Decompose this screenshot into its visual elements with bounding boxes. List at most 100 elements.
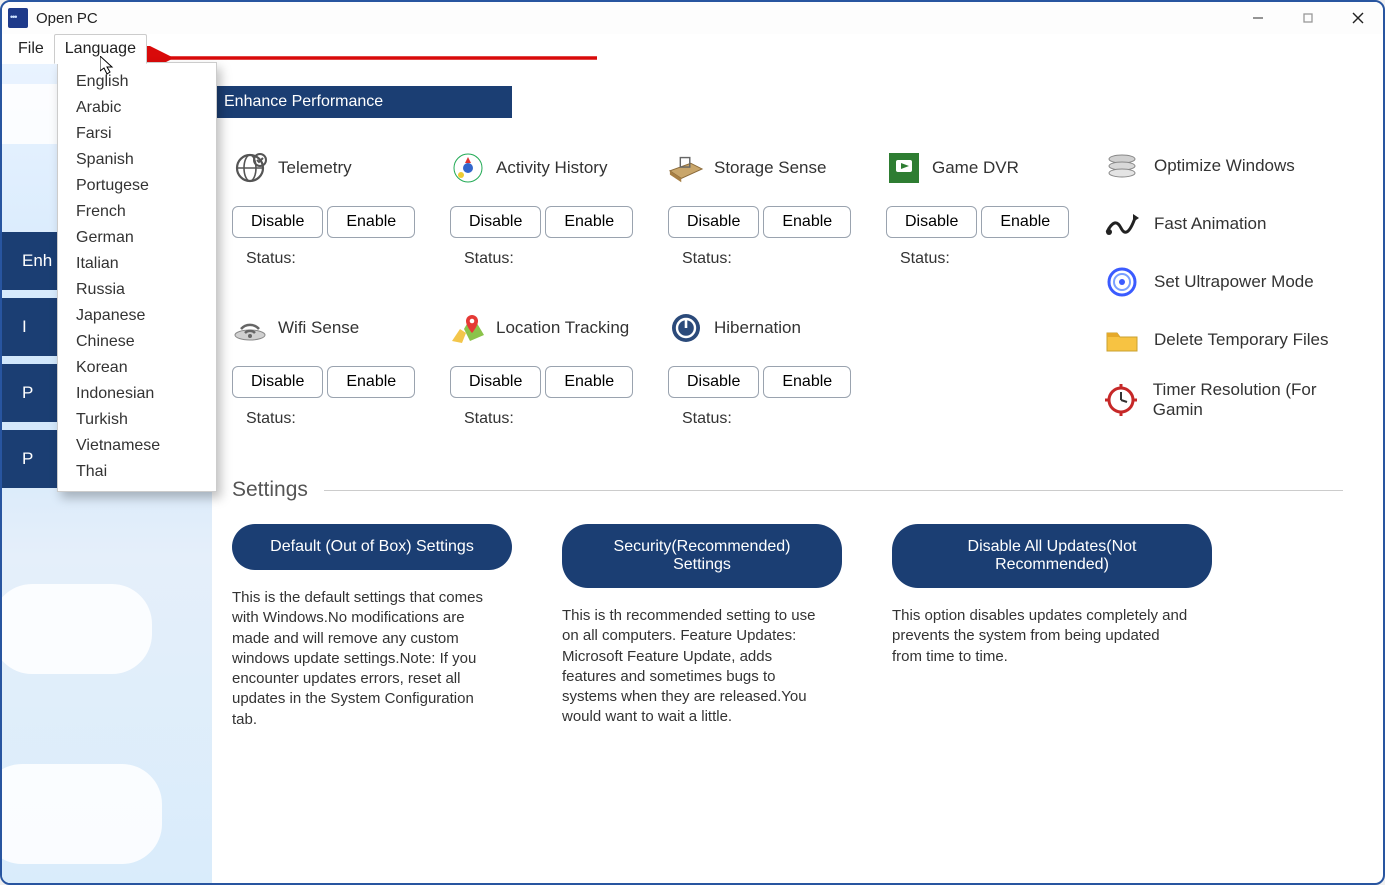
settings-card-disable-updates: Disable All Updates(Not Recommended) Thi… [892, 524, 1212, 730]
disable-button[interactable]: Disable [668, 366, 759, 398]
app-window: Open PC File Language EnglishArabicFarsi… [0, 0, 1385, 885]
language-option-german[interactable]: German [58, 225, 216, 251]
enable-button[interactable]: Enable [981, 206, 1069, 238]
action-label: Optimize Windows [1154, 156, 1295, 176]
feature-telemetry: Telemetry Disable Enable Status: [232, 148, 432, 268]
timer-icon [1104, 382, 1139, 418]
menubar: File Language EnglishArabicFarsiSpanishP… [2, 34, 1383, 64]
status-label: Status: [464, 250, 650, 268]
quick-actions: Optimize Windows Fast Animation Set Ultr… [1104, 148, 1364, 428]
sidebar-item-1[interactable]: I [2, 298, 57, 356]
language-option-farsi[interactable]: Farsi [58, 121, 216, 147]
enable-button[interactable]: Enable [327, 206, 415, 238]
enable-button[interactable]: Enable [545, 366, 633, 398]
maximize-button[interactable] [1283, 2, 1333, 34]
action-label: Set Ultrapower Mode [1154, 272, 1314, 292]
default-settings-button[interactable]: Default (Out of Box) Settings [232, 524, 512, 570]
language-option-thai[interactable]: Thai [58, 459, 216, 485]
minimize-button[interactable] [1233, 2, 1283, 34]
disable-button[interactable]: Disable [450, 206, 541, 238]
close-button[interactable] [1333, 2, 1383, 34]
status-label: Status: [246, 410, 432, 428]
language-option-chinese[interactable]: Chinese [58, 329, 216, 355]
enable-button[interactable]: Enable [763, 206, 851, 238]
enable-button[interactable]: Enable [763, 366, 851, 398]
feature-game-dvr: Game DVR Disable Enable Status: [886, 148, 1086, 268]
folder-icon [1104, 322, 1140, 358]
stack-icon [1104, 148, 1140, 184]
main-panel: Enhance Performance Telemetry Disable En… [212, 64, 1373, 883]
card-description: This is th recommended setting to use on… [562, 606, 822, 728]
disable-button[interactable]: Disable [668, 206, 759, 238]
disable-button[interactable]: Disable [450, 366, 541, 398]
language-option-korean[interactable]: Korean [58, 355, 216, 381]
enable-button[interactable]: Enable [545, 206, 633, 238]
titlebar: Open PC [2, 2, 1383, 34]
language-option-arabic[interactable]: Arabic [58, 95, 216, 121]
status-label: Status: [682, 250, 868, 268]
action-delete-temp[interactable]: Delete Temporary Files [1104, 322, 1364, 358]
language-option-vietnamese[interactable]: Vietnamese [58, 433, 216, 459]
section-header: Enhance Performance [212, 86, 512, 118]
card-description: This option disables updates completely … [892, 606, 1192, 667]
status-label: Status: [682, 410, 868, 428]
card-description: This is the default settings that comes … [232, 588, 492, 730]
sidebar: Enh I P P [2, 224, 57, 488]
window-controls [1233, 2, 1383, 34]
sidebar-item-3[interactable]: P [2, 430, 57, 488]
language-option-indonesian[interactable]: Indonesian [58, 381, 216, 407]
storage-icon [668, 150, 704, 186]
menu-language[interactable]: Language [54, 34, 147, 64]
language-option-turkish[interactable]: Turkish [58, 407, 216, 433]
language-option-russia[interactable]: Russia [58, 277, 216, 303]
sidebar-item-2[interactable]: P [2, 364, 57, 422]
disable-updates-button[interactable]: Disable All Updates(Not Recommended) [892, 524, 1212, 588]
disable-button[interactable]: Disable [232, 366, 323, 398]
feature-hibernation: Hibernation Disable Enable Status: [668, 308, 868, 428]
language-option-spanish[interactable]: Spanish [58, 147, 216, 173]
globe-icon [232, 150, 268, 186]
disable-button[interactable]: Disable [232, 206, 323, 238]
activity-icon [450, 150, 486, 186]
feature-title: Activity History [496, 158, 607, 178]
feature-wifi-sense: Wifi Sense Disable Enable Status: [232, 308, 432, 428]
status-label: Status: [900, 250, 1086, 268]
status-label: Status: [246, 250, 432, 268]
settings-card-security: Security(Recommended) Settings This is t… [562, 524, 862, 730]
feature-storage-sense: Storage Sense Disable Enable Status: [668, 148, 868, 268]
language-option-japanese[interactable]: Japanese [58, 303, 216, 329]
language-option-english[interactable]: English [58, 69, 216, 95]
feature-title: Game DVR [932, 158, 1019, 178]
language-dropdown: EnglishArabicFarsiSpanishPortugeseFrench… [57, 62, 217, 492]
enable-button[interactable]: Enable [327, 366, 415, 398]
action-label: Delete Temporary Files [1154, 330, 1328, 350]
disable-button[interactable]: Disable [886, 206, 977, 238]
action-ultrapower[interactable]: Set Ultrapower Mode [1104, 264, 1364, 300]
action-fast-animation[interactable]: Fast Animation [1104, 206, 1364, 242]
status-label: Status: [464, 410, 650, 428]
feature-title: Wifi Sense [278, 318, 359, 338]
action-optimize-windows[interactable]: Optimize Windows [1104, 148, 1364, 184]
settings-divider [324, 490, 1343, 491]
action-label: Timer Resolution (For Gamin [1153, 380, 1364, 420]
language-option-french[interactable]: French [58, 199, 216, 225]
security-settings-button[interactable]: Security(Recommended) Settings [562, 524, 842, 588]
feature-activity-history: Activity History Disable Enable Status: [450, 148, 650, 268]
animation-icon [1104, 206, 1140, 242]
feature-title: Storage Sense [714, 158, 826, 178]
action-timer-resolution[interactable]: Timer Resolution (For Gamin [1104, 380, 1364, 420]
sidebar-item-0[interactable]: Enh [2, 232, 57, 290]
settings-card-default: Default (Out of Box) Settings This is th… [232, 524, 532, 730]
language-option-portugese[interactable]: Portugese [58, 173, 216, 199]
power-icon [1104, 264, 1140, 300]
language-option-italian[interactable]: Italian [58, 251, 216, 277]
feature-title: Telemetry [278, 158, 352, 178]
power-off-icon [668, 310, 704, 346]
wifi-icon [232, 310, 268, 346]
settings-section: Settings Default (Out of Box) Settings T… [232, 478, 1373, 730]
settings-title: Settings [232, 478, 308, 502]
window-title: Open PC [36, 10, 98, 27]
menu-file[interactable]: File [8, 34, 54, 64]
feature-title: Location Tracking [496, 318, 629, 338]
performance-grid: Telemetry Disable Enable Status: Activit… [232, 148, 1373, 428]
